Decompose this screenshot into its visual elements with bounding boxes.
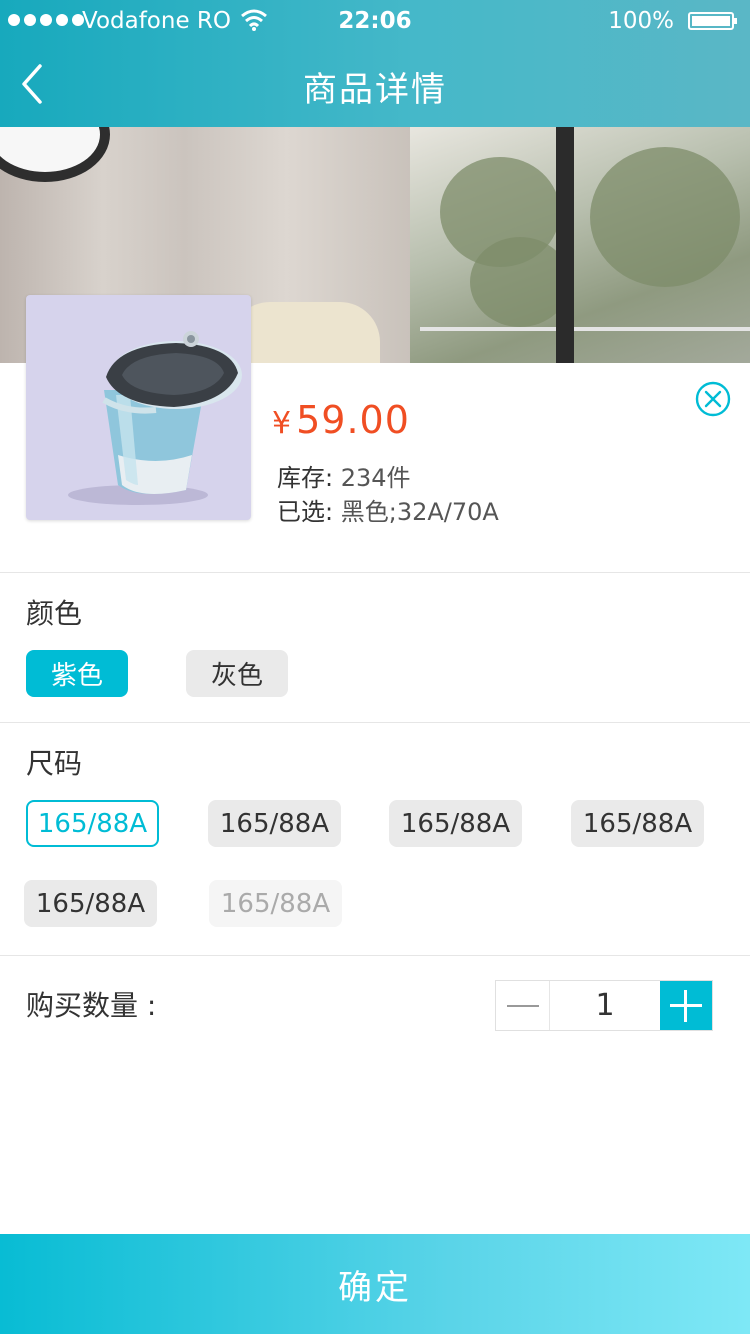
size-option-4[interactable]: 165/88A xyxy=(571,800,704,847)
color-option-gray[interactable]: 灰色 xyxy=(186,650,288,697)
size-option-1[interactable]: 165/88A xyxy=(26,800,159,847)
color-option-purple[interactable]: 紫色 xyxy=(26,650,128,697)
selected-label: 已选: xyxy=(277,498,334,526)
size-option-2[interactable]: 165/88A xyxy=(208,800,341,847)
divider xyxy=(0,572,750,573)
selected-value: 黑色;32A/70A xyxy=(340,498,499,526)
status-bar: Vodafone RO 22:06 100% xyxy=(0,0,750,42)
divider xyxy=(0,722,750,723)
size-option-5[interactable]: 165/88A xyxy=(24,880,157,927)
close-circle-icon[interactable] xyxy=(694,380,732,418)
header: Vodafone RO 22:06 100% 商品详情 xyxy=(0,0,750,127)
minus-icon[interactable] xyxy=(496,981,550,1030)
confirm-button[interactable]: 确定 xyxy=(0,1234,750,1334)
product-price: ¥59.00 xyxy=(272,398,410,442)
quantity-value[interactable]: 1 xyxy=(550,981,660,1030)
color-section-title: 颜色 xyxy=(26,597,83,630)
battery-icon xyxy=(688,12,737,30)
size-section-title: 尺码 xyxy=(26,747,83,780)
quantity-label: 购买数量 : xyxy=(26,989,157,1022)
product-image xyxy=(26,295,251,520)
size-option-6-disabled: 165/88A xyxy=(209,880,342,927)
currency-symbol: ¥ xyxy=(272,406,293,441)
stock-label: 库存: xyxy=(277,464,334,492)
stock-value: 234件 xyxy=(340,464,411,492)
quantity-stepper: 1 xyxy=(495,980,713,1031)
plus-icon[interactable] xyxy=(660,981,712,1030)
page-title: 商品详情 xyxy=(303,70,447,110)
divider xyxy=(0,955,750,956)
price-value: 59.00 xyxy=(296,398,410,442)
size-option-3[interactable]: 165/88A xyxy=(389,800,522,847)
battery-percentage: 100% xyxy=(608,8,674,34)
selected-info: 已选: 黑色;32A/70A xyxy=(277,492,499,527)
stock-info: 库存: 234件 xyxy=(277,458,411,493)
